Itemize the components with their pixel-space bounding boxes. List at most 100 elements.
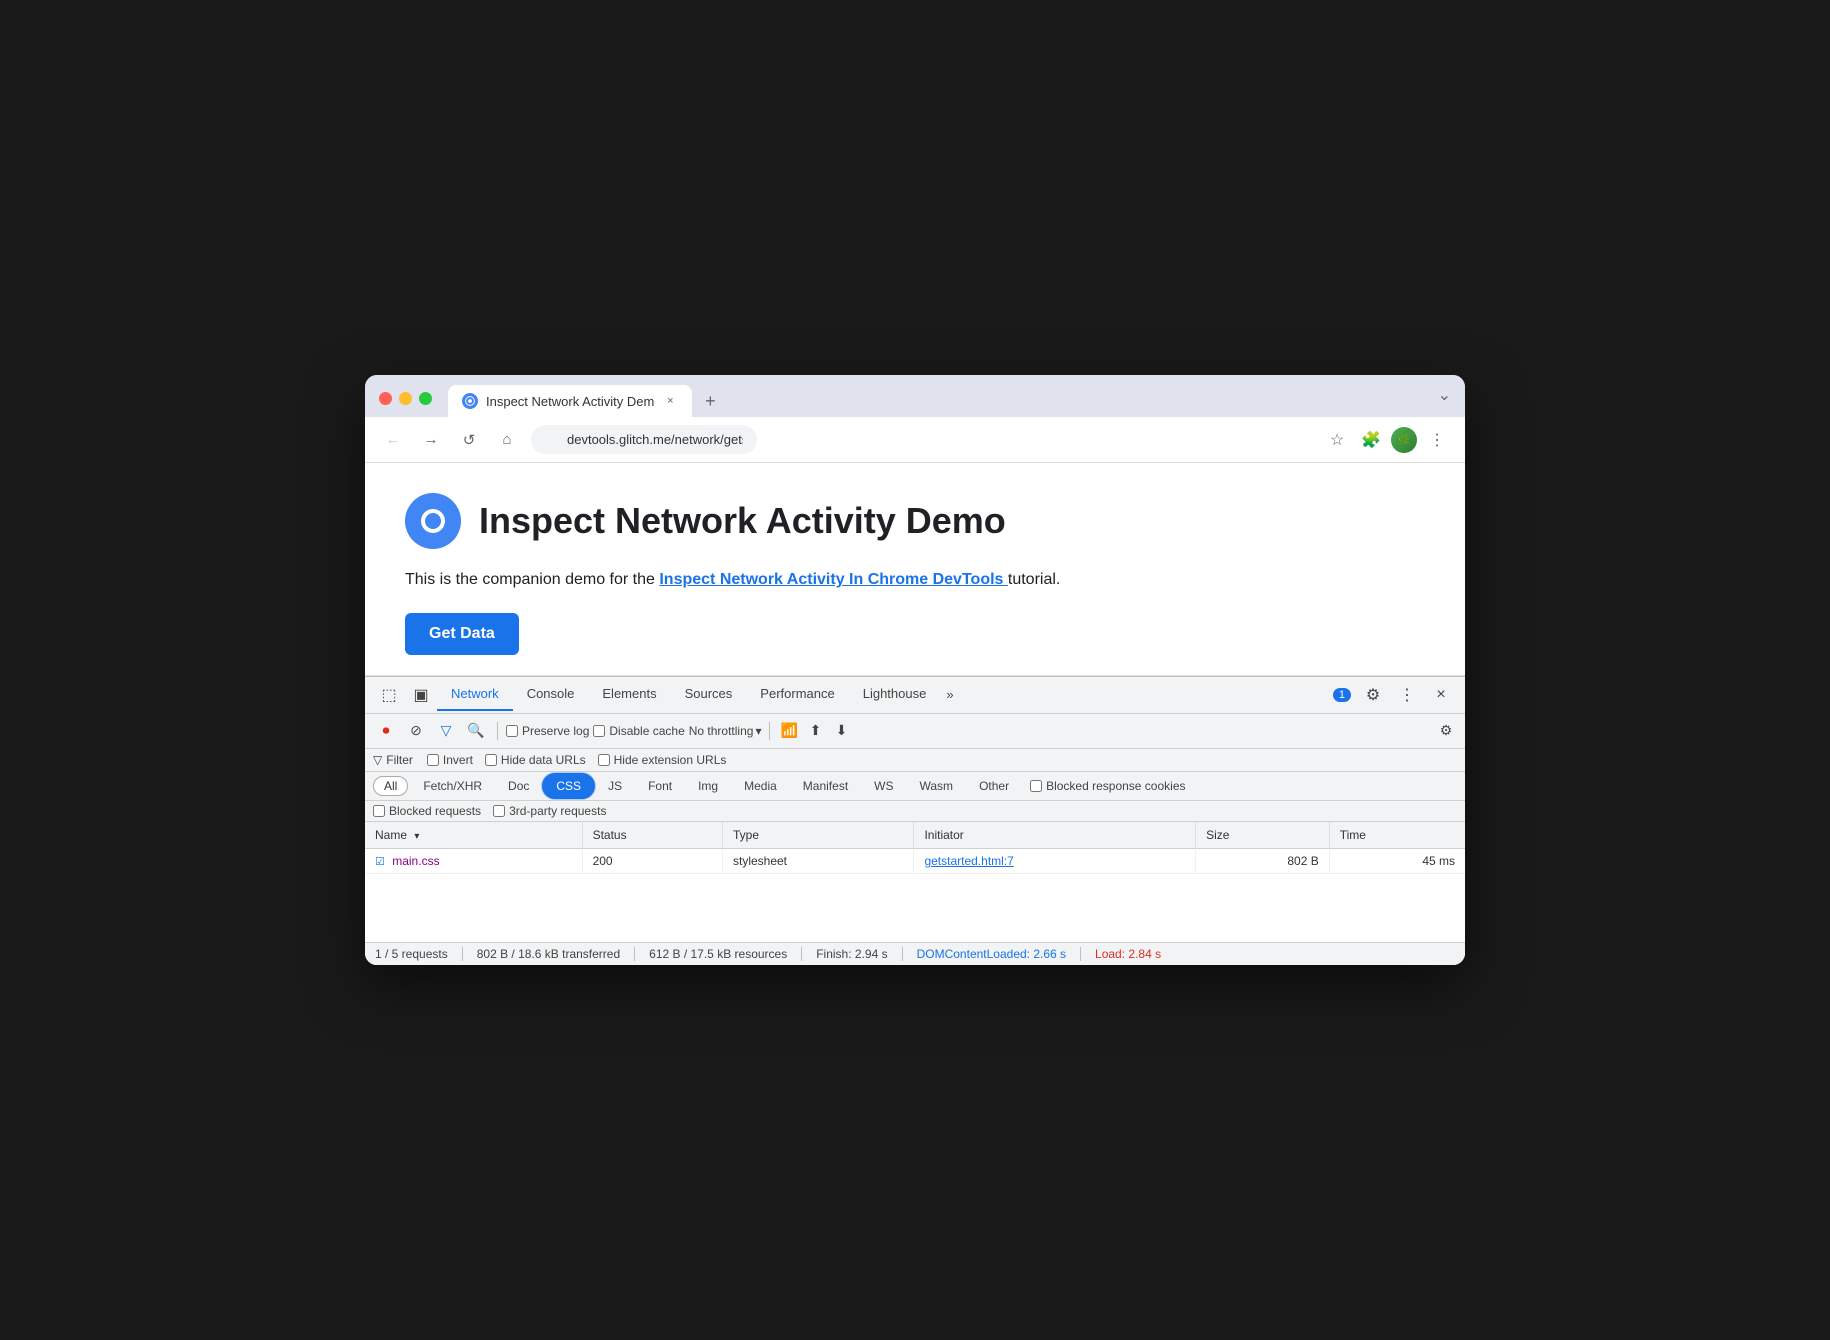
- disable-cache-checkbox[interactable]: [593, 725, 605, 737]
- table-row[interactable]: ☑ main.css 200 stylesheet getstarted.htm…: [365, 848, 1465, 873]
- filter-media[interactable]: Media: [733, 776, 788, 796]
- tab-favicon: [462, 393, 478, 409]
- filter-wasm[interactable]: Wasm: [909, 776, 965, 796]
- maximize-window-button[interactable]: [419, 392, 432, 405]
- filter-label[interactable]: ▽ Filter: [373, 753, 413, 767]
- home-button[interactable]: ⌂: [493, 426, 521, 454]
- col-status[interactable]: Status: [582, 822, 722, 849]
- filter-manifest[interactable]: Manifest: [792, 776, 859, 796]
- get-data-button[interactable]: Get Data: [405, 613, 519, 655]
- record-button[interactable]: ⏺: [373, 718, 399, 744]
- search-button[interactable]: 🔍: [463, 718, 489, 744]
- tab-network[interactable]: Network: [437, 678, 513, 711]
- filter-ws[interactable]: WS: [863, 776, 904, 796]
- back-button[interactable]: ←: [379, 426, 407, 454]
- hide-extension-urls-label[interactable]: Hide extension URLs: [598, 753, 727, 767]
- disable-cache-label[interactable]: Disable cache: [593, 724, 684, 738]
- cell-time: 45 ms: [1329, 848, 1465, 873]
- blocked-requests-label[interactable]: Blocked requests: [373, 804, 481, 818]
- inspect-element-icon[interactable]: ⬚: [373, 677, 405, 713]
- filter-text: Filter: [386, 753, 413, 767]
- chrome-menu-icon[interactable]: ⋮: [1423, 426, 1451, 454]
- tab-lighthouse[interactable]: Lighthouse: [849, 678, 941, 711]
- blocked-response-cookies-checkbox[interactable]: [1030, 780, 1042, 792]
- devtools-status-bar: 1 / 5 requests 802 B / 18.6 kB transferr…: [365, 942, 1465, 965]
- filter-js[interactable]: JS: [597, 776, 633, 796]
- col-name[interactable]: Name ▾: [365, 822, 582, 849]
- minimize-window-button[interactable]: [399, 392, 412, 405]
- invert-checkbox[interactable]: [427, 754, 439, 766]
- filter-font[interactable]: Font: [637, 776, 683, 796]
- col-name-text: Name: [375, 828, 407, 842]
- toolbar-separator-1: [497, 722, 498, 740]
- hide-data-urls-checkbox[interactable]: [485, 754, 497, 766]
- device-toolbar-icon[interactable]: ▣: [405, 677, 437, 713]
- reload-button[interactable]: ↺: [455, 426, 483, 454]
- description-suffix: tutorial.: [1008, 571, 1060, 588]
- blocked-requests-checkbox[interactable]: [373, 805, 385, 817]
- tab-console[interactable]: Console: [513, 678, 589, 711]
- file-name-text: main.css: [392, 854, 439, 868]
- blocked-response-cookies-label[interactable]: Blocked response cookies: [1030, 779, 1185, 793]
- col-time[interactable]: Time: [1329, 822, 1465, 849]
- content-area: Inspect Network Activity Demo This is th…: [365, 463, 1465, 965]
- preserve-log-checkbox[interactable]: [506, 725, 518, 737]
- tab-close-button[interactable]: ×: [662, 393, 678, 409]
- col-type[interactable]: Type: [722, 822, 913, 849]
- blocked-response-cookies-text: Blocked response cookies: [1046, 779, 1185, 793]
- status-requests: 1 / 5 requests: [375, 947, 463, 961]
- profile-avatar[interactable]: 🌿: [1391, 427, 1417, 453]
- address-right-icons: ☆ 🧩 🌿 ⋮: [1323, 426, 1451, 454]
- more-tabs-icon[interactable]: »: [940, 679, 959, 710]
- description-prefix: This is the companion demo for the: [405, 571, 659, 588]
- close-window-button[interactable]: [379, 392, 392, 405]
- devtools-settings-icon[interactable]: ⚙: [1357, 677, 1389, 713]
- bookmark-icon[interactable]: ☆: [1323, 426, 1351, 454]
- extensions-icon[interactable]: 🧩: [1357, 426, 1385, 454]
- wifi-icon[interactable]: 📶: [778, 720, 800, 742]
- tab-elements[interactable]: Elements: [588, 678, 670, 711]
- col-size[interactable]: Size: [1196, 822, 1330, 849]
- hide-extension-urls-checkbox[interactable]: [598, 754, 610, 766]
- tab-performance[interactable]: Performance: [746, 678, 848, 711]
- devtools-tabs-bar: ⬚ ▣ Network Console Elements Sources Per…: [365, 677, 1465, 714]
- filter-doc[interactable]: Doc: [497, 776, 540, 796]
- filter-fetch-xhr[interactable]: Fetch/XHR: [412, 776, 493, 796]
- console-badge: 1: [1333, 688, 1351, 702]
- import-har-icon[interactable]: ⬆: [804, 720, 826, 742]
- disable-cache-text: Disable cache: [609, 724, 684, 738]
- preserve-log-text: Preserve log: [522, 724, 589, 738]
- table-body: ☑ main.css 200 stylesheet getstarted.htm…: [365, 848, 1465, 873]
- extra-filters-row: Blocked requests 3rd-party requests: [365, 801, 1465, 822]
- third-party-requests-label[interactable]: 3rd-party requests: [493, 804, 606, 818]
- network-table: Name ▾ Status Type Initiator Size Time: [365, 822, 1465, 874]
- tab-chevron-icon[interactable]: ⌄: [1438, 385, 1451, 417]
- active-tab[interactable]: Inspect Network Activity Dem ×: [448, 385, 692, 417]
- new-tab-button[interactable]: +: [696, 389, 724, 417]
- hide-extension-urls-text: Hide extension URLs: [614, 753, 727, 767]
- preserve-log-label[interactable]: Preserve log: [506, 724, 589, 738]
- invert-label[interactable]: Invert: [427, 753, 473, 767]
- table-header-row: Name ▾ Status Type Initiator Size Time: [365, 822, 1465, 849]
- address-input[interactable]: [531, 425, 757, 454]
- export-har-icon[interactable]: ⬇: [830, 720, 852, 742]
- forward-button[interactable]: →: [417, 426, 445, 454]
- filter-all[interactable]: All: [373, 776, 408, 796]
- clear-button[interactable]: ⊘: [403, 718, 429, 744]
- hide-data-urls-label[interactable]: Hide data URLs: [485, 753, 586, 767]
- blocked-requests-text: Blocked requests: [389, 804, 481, 818]
- throttling-selector[interactable]: No throttling ▾: [689, 724, 762, 738]
- filter-toggle-button[interactable]: ▽: [433, 718, 459, 744]
- network-settings-icon[interactable]: ⚙: [1435, 720, 1457, 742]
- col-initiator[interactable]: Initiator: [914, 822, 1196, 849]
- devtools-more-icon[interactable]: ⋮: [1391, 677, 1423, 713]
- filter-css[interactable]: CSS: [544, 775, 593, 797]
- initiator-link[interactable]: getstarted.html:7: [924, 854, 1013, 868]
- third-party-requests-checkbox[interactable]: [493, 805, 505, 817]
- devtools-close-icon[interactable]: ×: [1425, 677, 1457, 713]
- tab-sources[interactable]: Sources: [671, 678, 747, 711]
- description-link[interactable]: Inspect Network Activity In Chrome DevTo…: [659, 571, 1008, 588]
- filter-other[interactable]: Other: [968, 776, 1020, 796]
- filter-img[interactable]: Img: [687, 776, 729, 796]
- devtools-panel: ⬚ ▣ Network Console Elements Sources Per…: [365, 676, 1465, 965]
